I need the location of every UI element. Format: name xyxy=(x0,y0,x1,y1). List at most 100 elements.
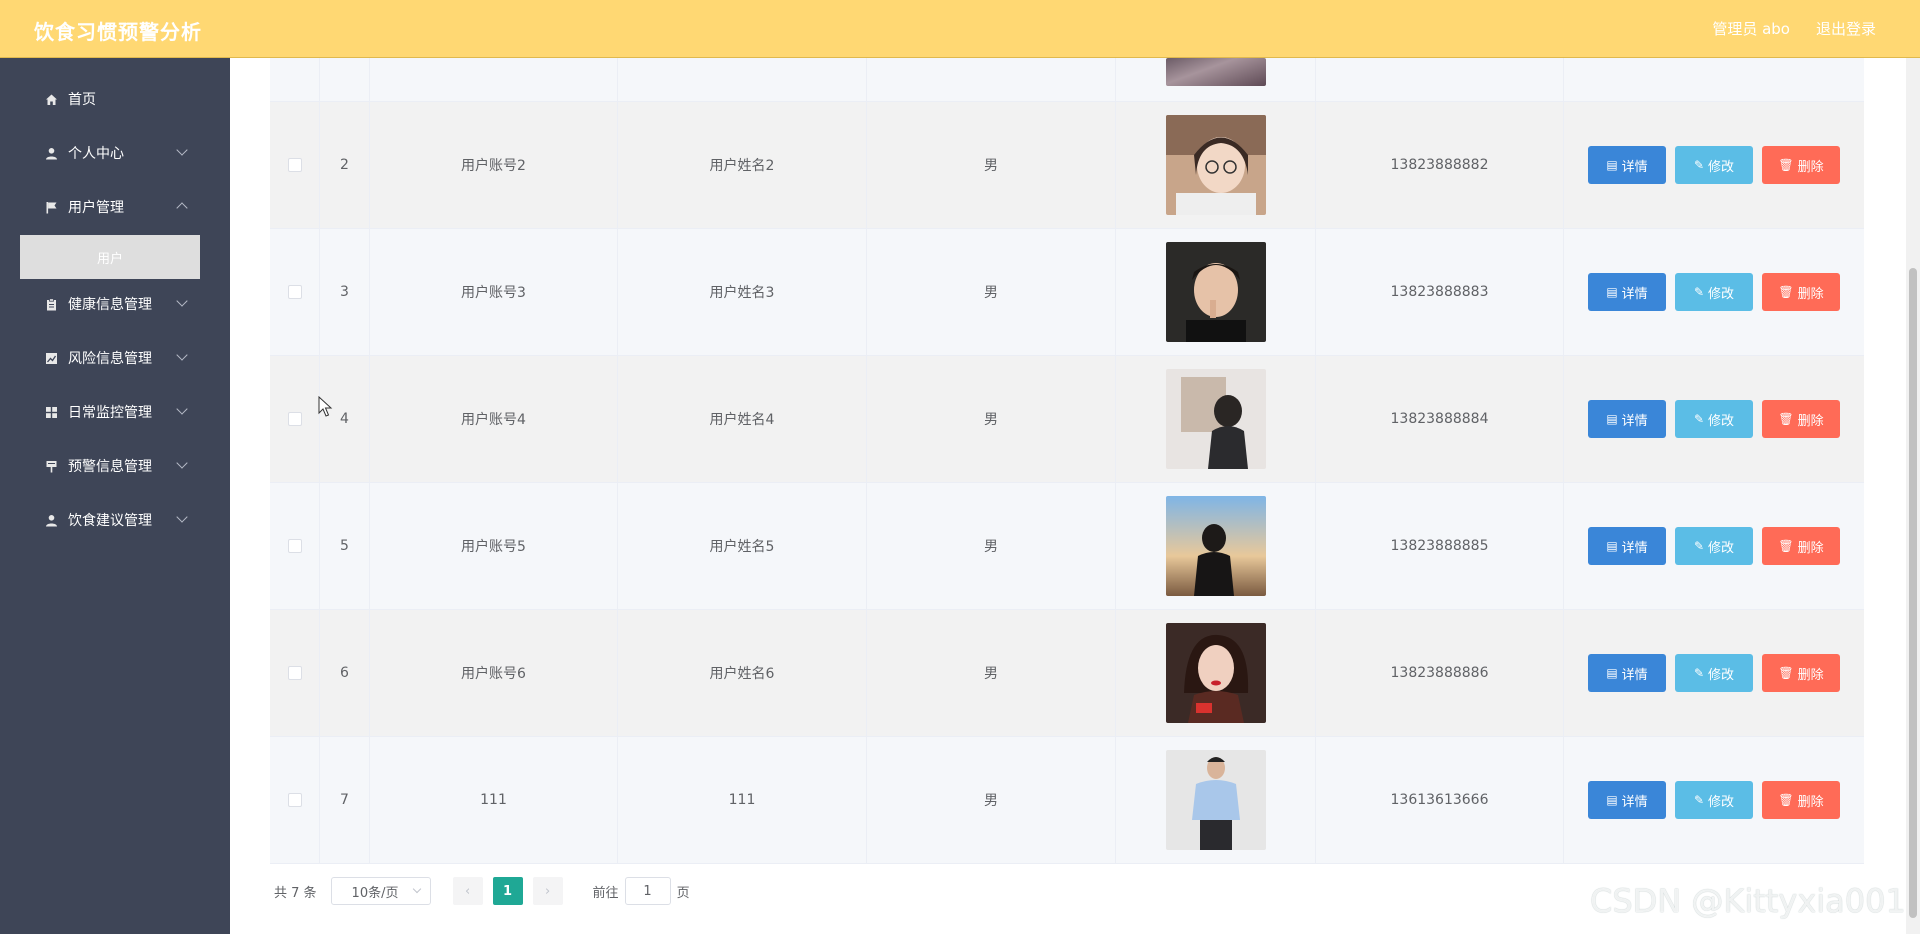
row-checkbox[interactable] xyxy=(287,793,302,807)
table-row: 2 用户账号2 用户姓名2 男 13823888882 ▤ 详情 ✎ 修改 🗑 删除 xyxy=(270,102,1864,229)
page-size-select[interactable]: 10条/页 xyxy=(330,877,431,905)
row-checkbox[interactable] xyxy=(287,412,302,426)
clipboard-icon xyxy=(44,297,58,311)
chevron-down-icon xyxy=(176,403,188,415)
chevron-down-icon xyxy=(176,349,188,361)
header-actions: 管理员 abo 退出登录 xyxy=(1712,18,1876,39)
top-header: 饮食习惯预警分析 管理员 abo 退出登录 xyxy=(0,0,1920,58)
main-content: 2 用户账号2 用户姓名2 男 13823888882 ▤ 详情 ✎ 修改 🗑 删除 … xyxy=(230,58,1920,934)
user-account: 用户账号3 xyxy=(370,229,618,355)
delete-button[interactable]: 🗑 删除 xyxy=(1762,273,1840,311)
table-row: 4 用户账号4 用户姓名4 男 13823888884 ▤ 详情 ✎ 修改 🗑 删除 xyxy=(270,356,1864,483)
chart-icon xyxy=(44,351,58,365)
sidebar-item-home[interactable]: 首页 xyxy=(0,79,230,119)
avatar xyxy=(1165,242,1266,342)
avatar xyxy=(1165,369,1266,469)
detail-button[interactable]: ▤ 详情 xyxy=(1588,654,1666,692)
edit-button[interactable]: ✎ 修改 xyxy=(1675,781,1753,819)
chevron-up-icon xyxy=(176,202,188,214)
trash-icon: 🗑 xyxy=(1778,793,1794,807)
edit-button[interactable]: ✎ 修改 xyxy=(1675,654,1753,692)
detail-button[interactable]: ▤ 详情 xyxy=(1588,146,1666,184)
user-name: 用户姓名4 xyxy=(618,356,867,482)
chevron-down-icon xyxy=(176,457,188,469)
row-checkbox[interactable] xyxy=(287,666,302,680)
delete-button[interactable]: 🗑 删除 xyxy=(1762,654,1840,692)
row-index: 2 xyxy=(320,102,370,228)
page-scrollbar[interactable] xyxy=(1906,58,1920,934)
goto-page-input[interactable]: 1 xyxy=(624,877,671,905)
user-phone: 13613613666 xyxy=(1316,737,1564,863)
row-checkbox[interactable] xyxy=(287,285,302,299)
user-gender: 男 xyxy=(867,610,1116,736)
document-icon: ▤ xyxy=(1606,793,1618,807)
user-icon xyxy=(44,146,58,160)
table-row: 5 用户账号5 用户姓名5 男 13823888885 ▤ 详情 ✎ 修改 🗑 删除 xyxy=(270,483,1864,610)
user-account: 用户账号6 xyxy=(370,610,618,736)
sidebar-item-label: 个人中心 xyxy=(68,146,124,162)
edit-button[interactable]: ✎ 修改 xyxy=(1675,146,1753,184)
sidebar-item-label: 健康信息管理 xyxy=(68,297,152,313)
user-phone: 13823888886 xyxy=(1316,610,1564,736)
goto-label: 前往 xyxy=(592,885,619,901)
avatar xyxy=(1165,58,1266,86)
sidebar-item-warning-info[interactable]: 预警信息管理 xyxy=(0,446,230,486)
page-number-active[interactable]: 1 xyxy=(492,877,523,905)
edit-button[interactable]: ✎ 修改 xyxy=(1675,273,1753,311)
sign-icon xyxy=(44,459,58,473)
detail-button[interactable]: ▤ 详情 xyxy=(1588,273,1666,311)
user-account: 用户账号2 xyxy=(370,102,618,228)
edit-button[interactable]: ✎ 修改 xyxy=(1675,527,1753,565)
user-phone: 13823888883 xyxy=(1316,229,1564,355)
user-name: 用户姓名3 xyxy=(618,229,867,355)
chevron-down-icon xyxy=(176,295,188,307)
sidebar-subitem-user[interactable]: 用户 xyxy=(20,235,200,279)
sidebar-item-diet-advice[interactable]: 饮食建议管理 xyxy=(0,500,230,540)
sidebar-item-risk-info[interactable]: 风险信息管理 xyxy=(0,338,230,378)
trash-icon: 🗑 xyxy=(1778,158,1794,172)
delete-button[interactable]: 🗑 删除 xyxy=(1762,527,1840,565)
user-name: 用户姓名5 xyxy=(618,483,867,609)
sidebar-item-label: 首页 xyxy=(68,92,96,108)
document-icon: ▤ xyxy=(1606,285,1618,299)
delete-button[interactable]: 🗑 删除 xyxy=(1762,146,1840,184)
chevron-down-icon xyxy=(176,511,188,523)
admin-user-label[interactable]: 管理员 abo xyxy=(1712,18,1790,39)
user-phone: 13823888884 xyxy=(1316,356,1564,482)
pencil-icon: ✎ xyxy=(1693,793,1705,807)
detail-button[interactable]: ▤ 详情 xyxy=(1588,527,1666,565)
sidebar-item-personal-center[interactable]: 个人中心 xyxy=(0,133,230,173)
next-page-button[interactable]: › xyxy=(532,877,563,905)
sidebar-item-daily-monitor[interactable]: 日常监控管理 xyxy=(0,392,230,432)
document-icon: ▤ xyxy=(1606,158,1618,172)
sidebar-item-user-management[interactable]: 用户管理 xyxy=(0,187,230,227)
flag-icon xyxy=(44,200,58,214)
edit-button[interactable]: ✎ 修改 xyxy=(1675,400,1753,438)
row-index: 5 xyxy=(320,483,370,609)
user-gender: 男 xyxy=(867,229,1116,355)
user-account: 111 xyxy=(370,737,618,863)
sidebar-item-label: 预警信息管理 xyxy=(68,459,152,475)
detail-button[interactable]: ▤ 详情 xyxy=(1588,400,1666,438)
delete-button[interactable]: 🗑 删除 xyxy=(1762,400,1840,438)
detail-button[interactable]: ▤ 详情 xyxy=(1588,781,1666,819)
row-index: 7 xyxy=(320,737,370,863)
sidebar-item-health-info[interactable]: 健康信息管理 xyxy=(0,284,230,324)
row-checkbox[interactable] xyxy=(287,158,302,172)
scrollbar-thumb[interactable] xyxy=(1909,268,1917,918)
logout-link[interactable]: 退出登录 xyxy=(1816,18,1876,39)
chevron-left-icon: ‹ xyxy=(464,883,471,899)
chevron-down-icon xyxy=(412,884,421,894)
user-gender: 男 xyxy=(867,483,1116,609)
page-suffix: 页 xyxy=(676,885,690,901)
pencil-icon: ✎ xyxy=(1693,285,1705,299)
prev-page-button[interactable]: ‹ xyxy=(452,877,483,905)
delete-button[interactable]: 🗑 删除 xyxy=(1762,781,1840,819)
row-checkbox[interactable] xyxy=(287,539,302,553)
table-row: 7 111 111 男 13613613666 ▤ 详情 ✎ 修改 🗑 删除 xyxy=(270,737,1864,864)
user-account: 用户账号5 xyxy=(370,483,618,609)
table-row: 6 用户账号6 用户姓名6 男 13823888886 ▤ 详情 ✎ 修改 🗑 删除 xyxy=(270,610,1864,737)
row-index: 4 xyxy=(320,356,370,482)
trash-icon: 🗑 xyxy=(1778,412,1794,426)
home-icon xyxy=(44,92,58,106)
